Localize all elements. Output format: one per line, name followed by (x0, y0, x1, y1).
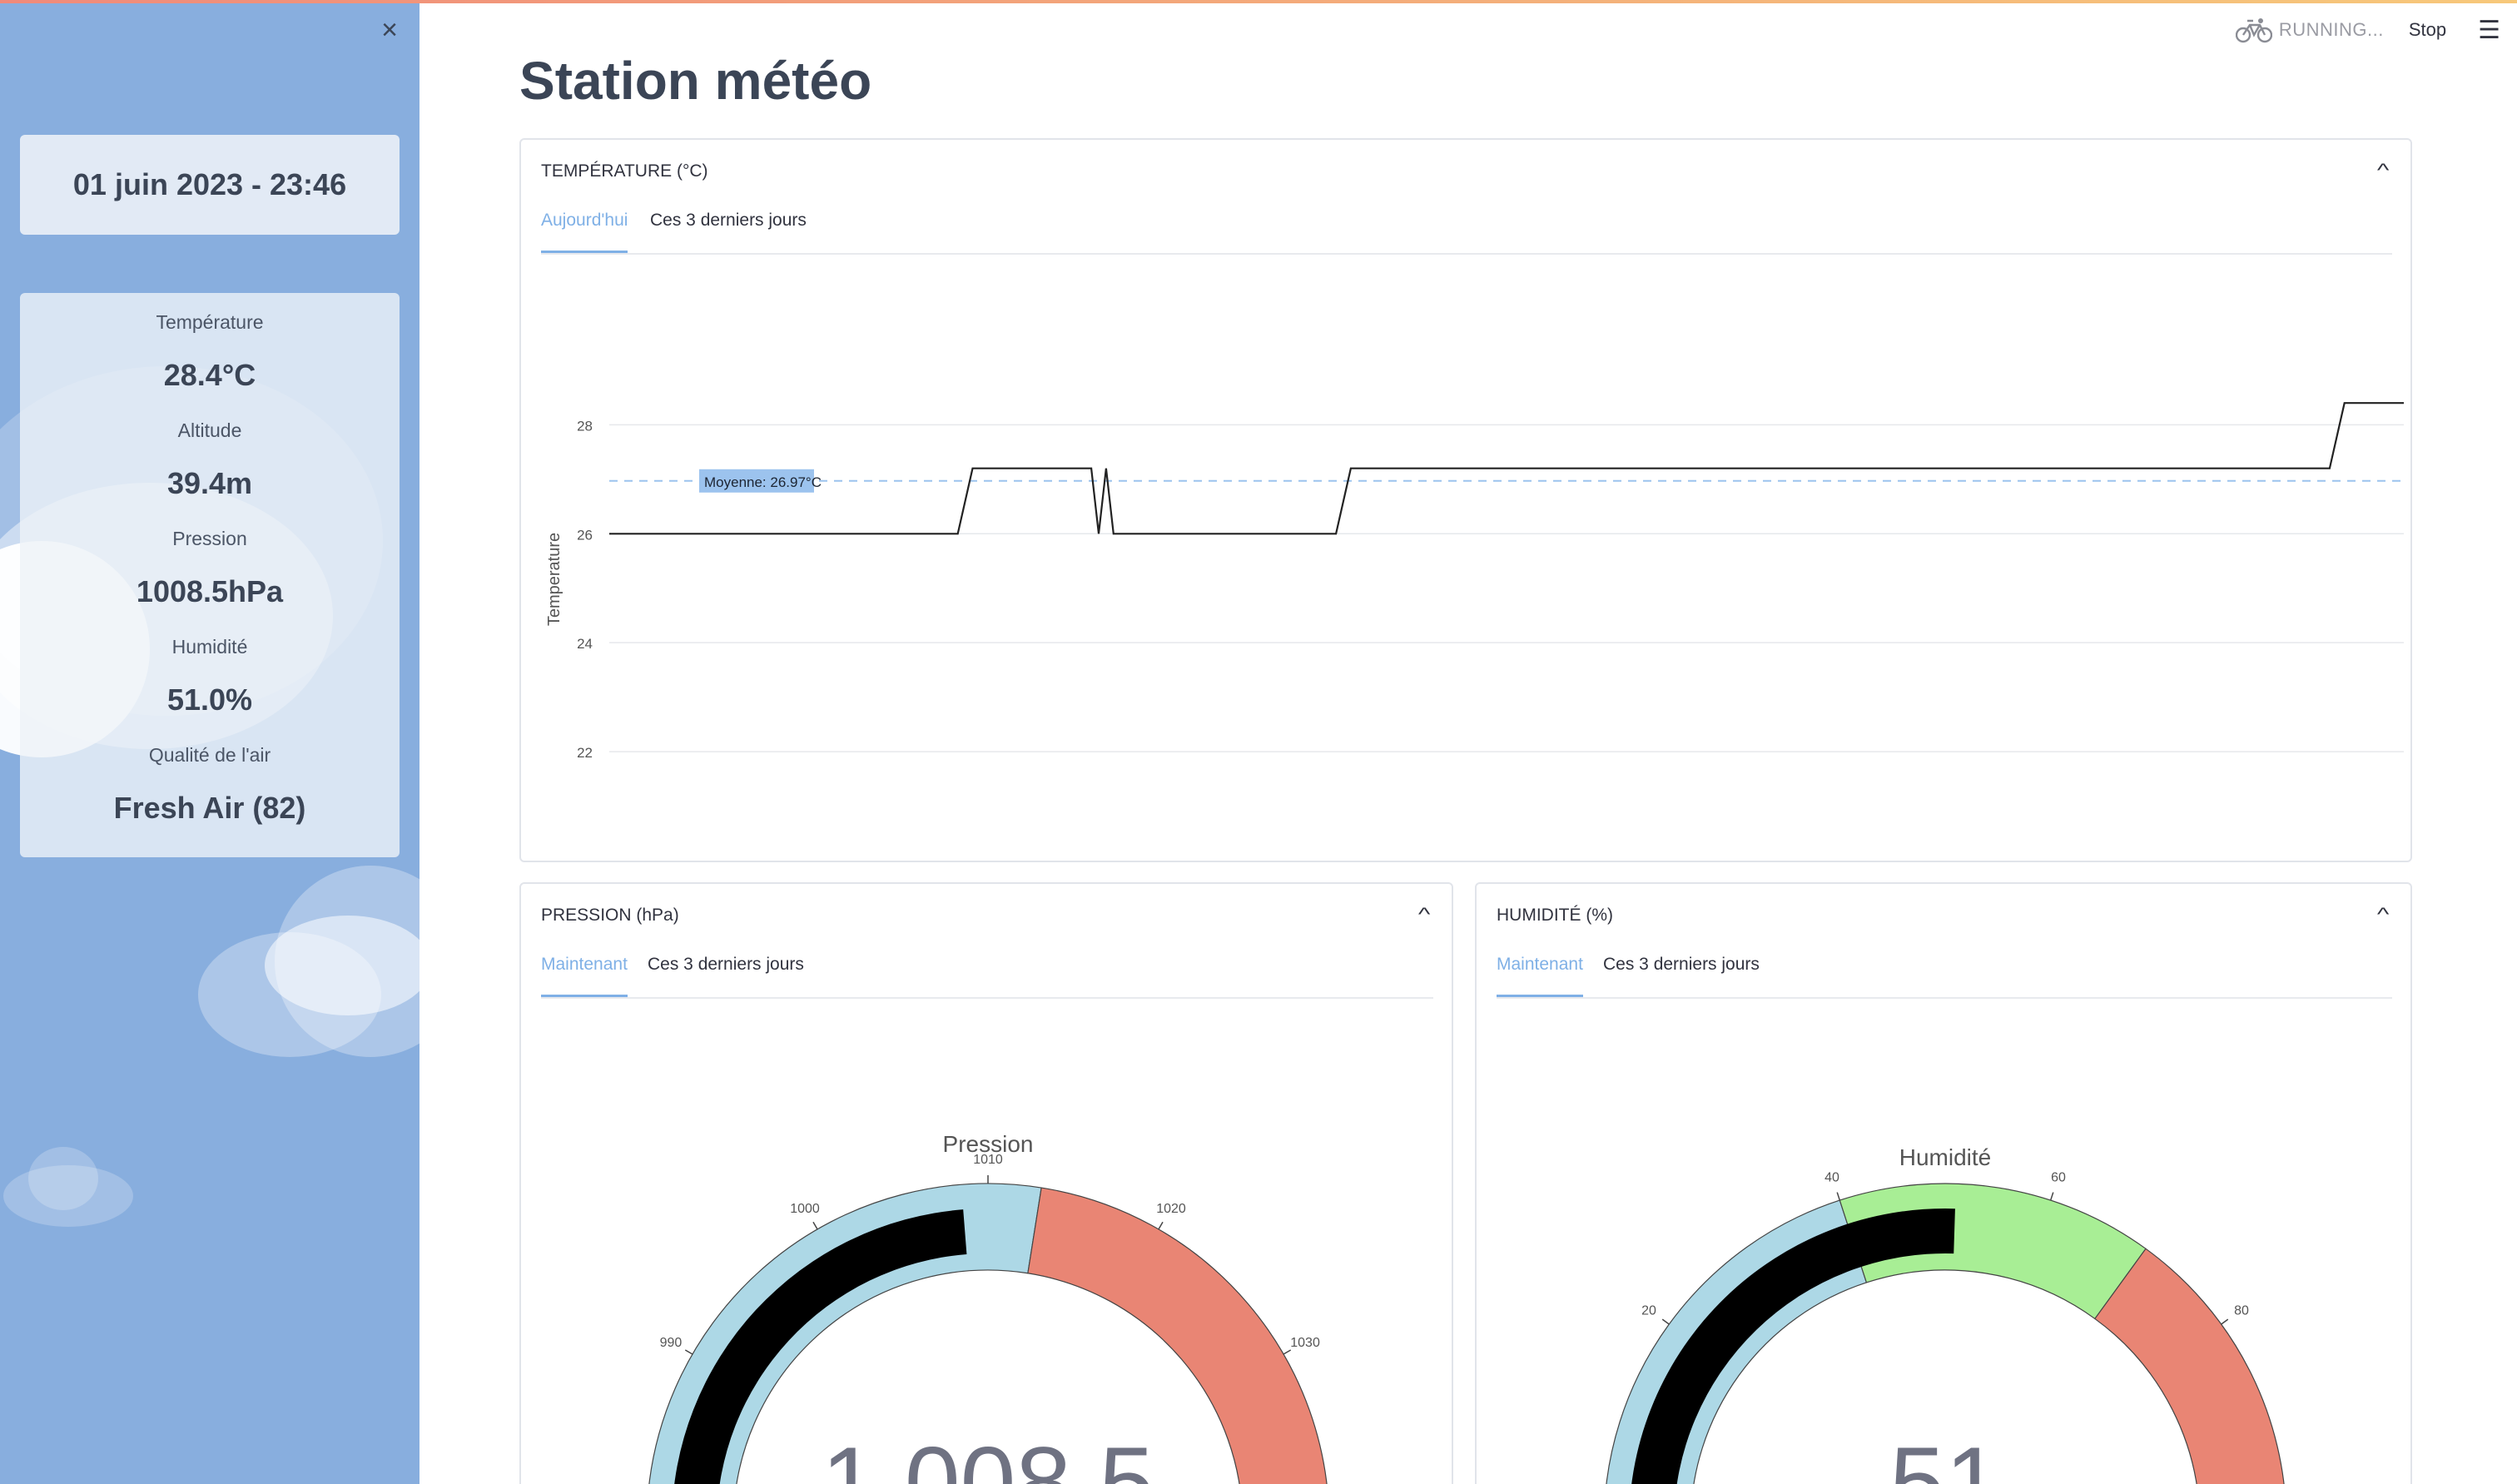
app-status-bar: RUNNING... Stop ☰ (2235, 15, 2517, 45)
gauge-title: Pression (943, 1131, 1034, 1157)
bicycle-icon (2235, 18, 2272, 43)
gauge-band (2094, 1248, 2285, 1484)
main-content: RUNNING... Stop ☰ Station météo TEMPÉRAT… (420, 0, 2517, 1484)
pressure-panel: PRESSION (hPa) ^ Maintenant Ces 3 dernie… (519, 882, 1453, 1484)
metric-label-air-quality: Qualité de l'air (148, 744, 271, 766)
gauge-tick (1836, 1192, 1841, 1201)
gauge-tick (2221, 1318, 2229, 1325)
panel-title: HUMIDITÉ (%) (1497, 906, 1613, 925)
temperature-panel: TEMPÉRATURE (°C) ^ Aujourd'hui Ces 3 der… (519, 138, 2412, 862)
gauge-tick-label: 40 (1824, 1171, 1839, 1185)
chevron-up-icon[interactable]: ^ (2377, 904, 2389, 926)
y-tick-label: 28 (577, 418, 593, 434)
average-label: Moyenne: 26.97°C (704, 474, 822, 490)
hamburger-menu-icon[interactable]: ☰ (2478, 16, 2500, 45)
tab-last-3-days[interactable]: Ces 3 derniers jours (648, 952, 804, 997)
gauge-tick (684, 1349, 693, 1355)
gauge-tick-label: 80 (2234, 1303, 2249, 1318)
stop-button[interactable]: Stop (2409, 19, 2446, 41)
humidity-panel: HUMIDITÉ (%) ^ Maintenant Ces 3 derniers… (1475, 882, 2412, 1484)
temperature-chart: 202224262823:30Jun 1, 202323:3523:4023:4… (545, 402, 2404, 761)
page-title: Station météo (519, 51, 872, 111)
tab-last-3-days[interactable]: Ces 3 derniers jours (1603, 952, 1760, 997)
tab-bar: Maintenant Ces 3 derniers jours (1497, 952, 2392, 999)
tab-bar: Aujourd'hui Ces 3 derniers jours (541, 208, 2392, 255)
datetime-card: 01 juin 2023 - 23:46 (20, 135, 400, 235)
gauge-value: 1,008.5 (822, 1427, 1154, 1484)
metric-label-humidity: Humidité (171, 636, 248, 658)
tab-now[interactable]: Maintenant (541, 952, 628, 997)
gauge-tick-label: 990 (660, 1336, 683, 1350)
gauge-tick-label: 1030 (1290, 1336, 1320, 1350)
metric-value-pressure: 1008.5hPa (136, 574, 284, 608)
sidebar: × 01 juin 2023 - 23:46 Température 28.4°… (0, 0, 420, 1484)
metric-value-altitude: 39.4m (166, 466, 253, 500)
cloud-decoration (28, 1147, 98, 1210)
humidity-gauge: 020406080100Humidité51 (1606, 1144, 2285, 1484)
y-tick-label: 26 (577, 527, 593, 543)
gauge-tick (812, 1221, 818, 1230)
metric-label-temperature: Température (156, 311, 264, 333)
close-icon[interactable]: × (376, 16, 403, 44)
top-accent-bar (0, 0, 2517, 3)
gauge-tick-label: 20 (1641, 1303, 1656, 1318)
tab-today[interactable]: Aujourd'hui (541, 208, 628, 253)
metric-value-temperature: 28.4°C (163, 358, 256, 392)
tab-now[interactable]: Maintenant (1497, 952, 1583, 997)
panel-title: TEMPÉRATURE (°C) (541, 161, 708, 181)
chevron-up-icon[interactable]: ^ (1418, 904, 1430, 926)
gauge-tick (1661, 1318, 1670, 1325)
gauge-tick (1158, 1221, 1164, 1230)
datetime-text: 01 juin 2023 - 23:46 (72, 167, 347, 201)
gauge-tick-label: 1000 (790, 1202, 820, 1216)
metric-value-air-quality: Fresh Air (82) (113, 791, 306, 825)
running-status: RUNNING... (2278, 19, 2384, 40)
metrics-card: Température 28.4°C Altitude 39.4m Pressi… (20, 293, 400, 857)
gauge-value: 51 (1889, 1427, 2000, 1484)
chevron-up-icon[interactable]: ^ (2377, 160, 2389, 181)
gauge-title: Humidité (1899, 1144, 1991, 1170)
y-tick-label: 22 (577, 745, 593, 761)
temperature-series-line (609, 402, 2404, 535)
gauge-tick (1283, 1349, 1292, 1355)
gauge-tick-label: 60 (2051, 1171, 2066, 1185)
tab-bar: Maintenant Ces 3 derniers jours (541, 952, 1433, 999)
y-axis-title: Temperature (545, 533, 563, 626)
tab-last-3-days[interactable]: Ces 3 derniers jours (650, 208, 807, 253)
pressure-gauge: 99010001010102010301040Pression1,008.5 (648, 1131, 1328, 1484)
gauge-tick-label: 1020 (1156, 1202, 1186, 1216)
metric-label-pressure: Pression (172, 528, 247, 549)
metric-value-humidity: 51.0% (166, 682, 253, 717)
metric-label-altitude: Altitude (177, 419, 242, 441)
panel-title: PRESSION (hPa) (541, 906, 679, 925)
cloud-decoration (265, 916, 420, 1015)
gauge-tick (2049, 1192, 2054, 1201)
y-tick-label: 24 (577, 636, 593, 652)
